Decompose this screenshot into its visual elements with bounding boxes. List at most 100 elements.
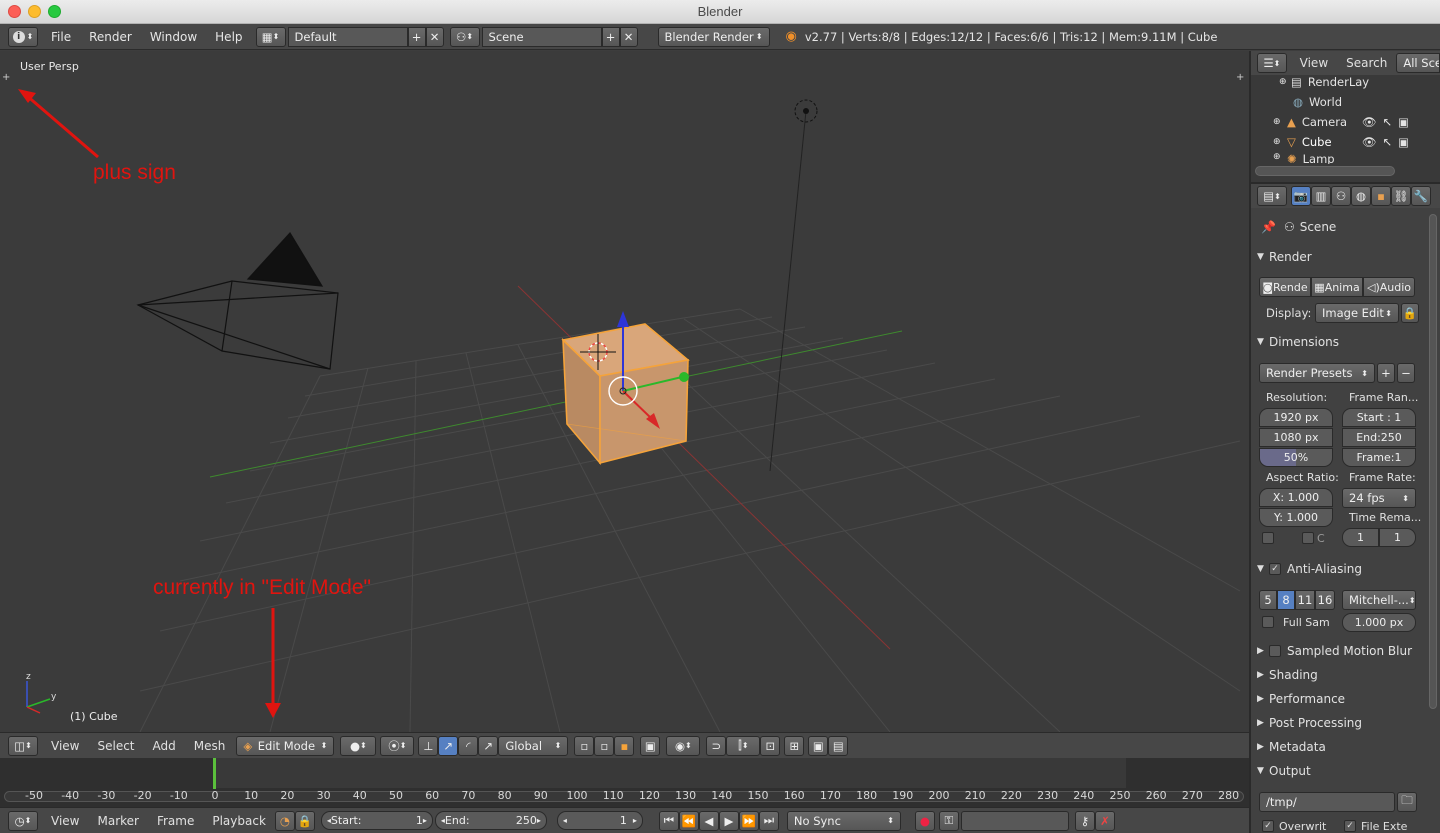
time-remap-new-field[interactable]: 1 <box>1379 528 1416 547</box>
delete-keyframe-button[interactable]: ✗ <box>1094 810 1115 831</box>
file-extensions-checkbox[interactable]: ✓ <box>1344 820 1356 832</box>
render-still-button[interactable]: ◙ Rende <box>1259 277 1311 297</box>
aa-samples-16-button[interactable]: 16 <box>1315 590 1335 610</box>
editor-type-3d-button[interactable]: ◫ ⬍ <box>8 735 38 756</box>
aa-filter-size-field[interactable]: 1.000 px <box>1342 613 1416 632</box>
dimensions-panel-header[interactable]: ▼ Dimensions <box>1257 332 1429 352</box>
outliner-item-renderlayers[interactable]: ⊕ ▤ RenderLay <box>1251 72 1437 92</box>
visibility-eye-icon[interactable]: 👁 <box>1362 115 1377 129</box>
outliner-item-world[interactable]: ◍ World <box>1251 92 1437 112</box>
record-button[interactable]: ● <box>914 810 935 831</box>
aspect-x-field[interactable]: X: 1.000 <box>1259 488 1333 507</box>
render-panel-header[interactable]: ▼ Render <box>1257 247 1429 267</box>
delete-screen-button[interactable]: ✕ <box>425 26 444 47</box>
display-dropdown[interactable]: Image Edit ⬍ <box>1315 303 1399 323</box>
menu-help[interactable]: Help <box>206 30 251 44</box>
face-select-button[interactable]: ▪ <box>614 735 635 756</box>
render-layers-tab-button[interactable]: ▥ <box>1311 186 1331 206</box>
tl-menu-frame[interactable]: Frame <box>148 814 203 828</box>
render-presets-dropdown[interactable]: Render Presets ⬍ <box>1259 363 1375 383</box>
select-arrow-icon[interactable]: ↖ <box>1382 115 1392 129</box>
current-frame-marker[interactable] <box>213 758 216 789</box>
tl-menu-view[interactable]: View <box>42 814 88 828</box>
constraints-tab-button[interactable]: ⛓ <box>1391 186 1411 206</box>
menu-window[interactable]: Window <box>141 30 206 44</box>
3d-menu-mesh[interactable]: Mesh <box>185 739 235 753</box>
render-animation-button[interactable]: ▦ Anima <box>1311 277 1363 297</box>
frame-start-field[interactable]: Start : 1 <box>1342 408 1416 427</box>
aa-samples-8-button[interactable]: 8 <box>1277 590 1295 610</box>
frame-rate-dropdown[interactable]: 24 fps ⬍ <box>1342 488 1416 508</box>
editor-type-properties-button[interactable]: ▤ ⬍ <box>1257 186 1287 206</box>
resolution-percent-field[interactable]: 50% <box>1259 448 1333 467</box>
jump-start-button[interactable]: ⏮ <box>658 810 679 831</box>
modifiers-tab-button[interactable]: 🔧 <box>1411 186 1431 206</box>
editor-type-timeline-button[interactable]: ◷ ⬍ <box>8 810 38 831</box>
camera-object[interactable] <box>136 232 339 370</box>
outliner-menu-view[interactable]: View <box>1291 56 1337 70</box>
anti-aliasing-checkbox[interactable]: ✓ <box>1269 563 1281 575</box>
add-scene-button[interactable]: + <box>601 26 620 47</box>
render-tab-button[interactable]: 📷 <box>1291 186 1311 206</box>
jump-keyframe-forward-button[interactable]: ⏩ <box>738 810 759 831</box>
preview-range-button[interactable]: ◔ <box>274 810 295 831</box>
performance-panel-header[interactable]: ▶ Performance <box>1257 689 1429 709</box>
properties-plus-icon[interactable]: + <box>1236 72 1246 84</box>
editor-type-outliner-button[interactable]: ☰ ⬍ <box>1257 53 1287 73</box>
anti-aliasing-panel-header[interactable]: ▼ ✓ Anti-Aliasing <box>1257 559 1429 579</box>
overwrite-checkbox[interactable]: ✓ <box>1262 820 1274 832</box>
metadata-panel-header[interactable]: ▶ Metadata <box>1257 737 1429 757</box>
outliner-menu-search[interactable]: Search <box>1337 56 1396 70</box>
add-screen-button[interactable]: + <box>407 26 426 47</box>
render-camera-icon[interactable]: ▣ <box>1398 135 1409 149</box>
insert-keyframe-button[interactable]: ⚷ <box>1074 810 1095 831</box>
full-sample-checkbox[interactable] <box>1262 616 1274 628</box>
shading-panel-header[interactable]: ▶ Shading <box>1257 665 1429 685</box>
3d-menu-add[interactable]: Add <box>144 739 185 753</box>
properties-scrollbar[interactable] <box>1429 214 1437 709</box>
proportional-edit-dropdown[interactable]: ◉ ⬍ <box>666 735 701 756</box>
play-button[interactable]: ▶ <box>718 810 739 831</box>
snap-toggle-button[interactable]: ⊃ <box>706 735 727 756</box>
limit-selection-button[interactable]: ▣ <box>640 735 661 756</box>
output-panel-header[interactable]: ▼ Output <box>1257 761 1429 781</box>
motion-blur-checkbox[interactable] <box>1269 645 1281 657</box>
render-engine-dropdown[interactable]: Blender Render ⬍ <box>657 26 770 47</box>
outliner-item-lamp[interactable]: ⊕ ✺ Lamp <box>1251 152 1437 164</box>
render-camera-icon[interactable]: ▣ <box>1398 115 1409 129</box>
post-processing-panel-header[interactable]: ▶ Post Processing <box>1257 713 1429 733</box>
outliner-item-cube[interactable]: ⊕ ▽ Cube 👁 ↖ ▣ <box>1251 132 1437 152</box>
output-path-field[interactable]: /tmp/ <box>1259 792 1395 812</box>
menu-render[interactable]: Render <box>80 30 141 44</box>
transform-orientation-dropdown[interactable]: Global ⬍ <box>498 735 569 756</box>
crop-checkbox[interactable] <box>1302 532 1314 544</box>
opengl-render-button[interactable]: ⊞ <box>784 735 805 756</box>
aa-samples-11-button[interactable]: 11 <box>1295 590 1315 610</box>
visibility-eye-icon[interactable]: 👁 <box>1362 135 1377 149</box>
world-tab-button[interactable]: ◍ <box>1351 186 1371 206</box>
editor-type-info-button[interactable]: i ⬍ <box>8 26 38 47</box>
jump-end-button[interactable]: ⏭ <box>758 810 779 831</box>
toolshelf-plus-icon[interactable]: + <box>2 72 12 84</box>
delete-scene-button[interactable]: ✕ <box>619 26 638 47</box>
pin-icon[interactable]: 📌 <box>1261 220 1276 234</box>
scale-manipulator-button[interactable]: ↗ <box>478 735 499 756</box>
lock-interface-button[interactable]: 🔒 <box>1401 303 1419 323</box>
outliner-item-camera[interactable]: ⊕ ▲ Camera 👁 ↖ ▣ <box>1251 112 1437 132</box>
play-reverse-button[interactable]: ◀ <box>698 810 719 831</box>
scene-icon-button[interactable]: ⚇ ⬍ <box>449 26 480 47</box>
scene-tab-button[interactable]: ⚇ <box>1331 186 1351 206</box>
border-checkbox[interactable] <box>1262 532 1274 544</box>
opengl-animation-button[interactable]: ▤ <box>828 735 849 756</box>
resolution-x-field[interactable]: 1920 px <box>1259 408 1333 427</box>
jump-keyframe-back-button[interactable]: ⏪ <box>678 810 699 831</box>
keying-set-field[interactable] <box>960 810 1069 831</box>
outliner-filter-dropdown[interactable]: All Scen <box>1396 53 1440 73</box>
current-frame-field[interactable]: ◂ 1 ▸ <box>556 811 643 830</box>
timeline-editor[interactable]: -50 -40 -30 -20 -10 0 10 20 30 40 50 60 70 80 90 100 110… <box>0 758 1249 807</box>
screen-layout-field[interactable]: Default <box>287 26 408 47</box>
sync-dropdown[interactable]: No Sync ⬍ <box>786 810 901 831</box>
aspect-y-field[interactable]: Y: 1.000 <box>1259 508 1333 527</box>
frame-step-field[interactable]: Frame:1 <box>1342 448 1416 467</box>
manipulator-toggle-button[interactable]: ⊥ <box>418 735 439 756</box>
